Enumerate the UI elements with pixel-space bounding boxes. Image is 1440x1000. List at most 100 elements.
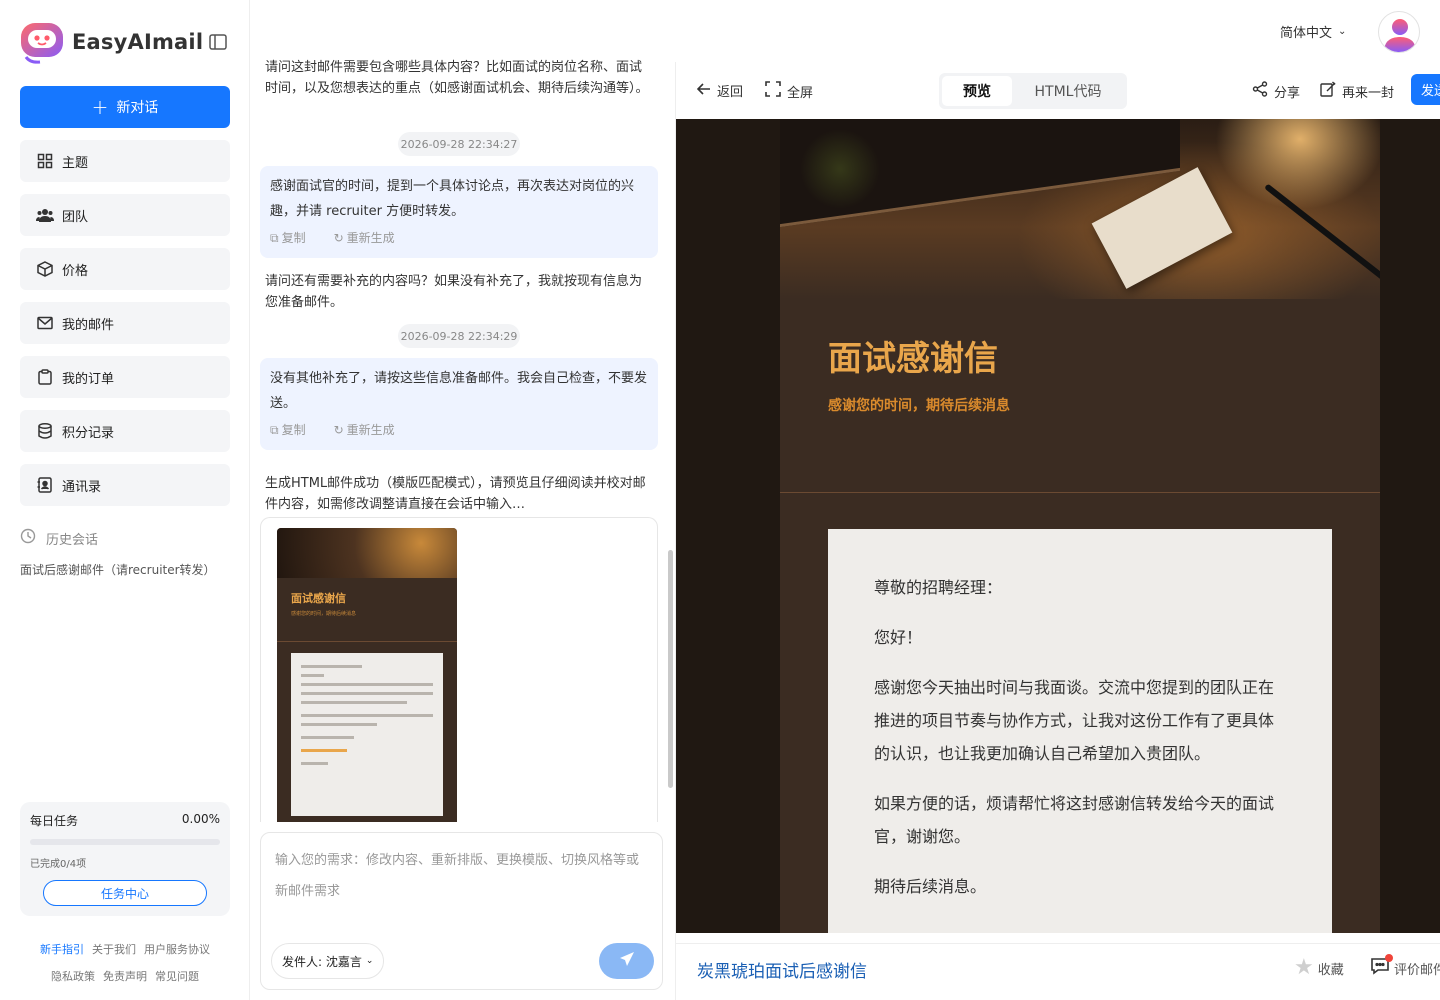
- letter-closing: 期待后续消息。: [874, 877, 987, 896]
- clock-icon: [20, 528, 36, 548]
- letter-paragraph-2: 如果方便的话，烦请帮忙将这封感谢信转发给今天的面试官，谢谢您。: [874, 794, 1275, 846]
- email-preview-canvas[interactable]: 面试感谢信 感谢您的时间，期待后续消息 尊敬的招聘经理： 您好！ 感谢您今天抽出…: [676, 119, 1440, 933]
- thumbnail-divider: [277, 641, 457, 642]
- new-chat-label: 新对话: [116, 100, 159, 116]
- plant-shape: [800, 129, 880, 209]
- task-done-count: 已完成0/4项: [30, 859, 87, 870]
- task-center-button[interactable]: 任务中心: [43, 880, 207, 906]
- regenerate-button[interactable]: ↻ 重新生成: [334, 226, 409, 251]
- pen-shape: [1264, 183, 1380, 281]
- email-thumbnail[interactable]: 面试感谢信 感谢您的时间，期待后续消息: [277, 528, 457, 822]
- user-message: 没有其他补充了，请按这些信息准备邮件。我会自己检查，不要发送。 ⧉ 复制 ↻ 重新生…: [260, 358, 658, 450]
- sender-select[interactable]: 发件人: 沈嘉言 ⌄: [271, 943, 385, 979]
- write-another-button[interactable]: 再来一封: [1320, 81, 1394, 101]
- chevron-down-icon: ⌄: [365, 956, 374, 966]
- tab-preview[interactable]: 预览: [942, 76, 1012, 106]
- regenerate-label: 重新生成: [346, 423, 395, 437]
- view-toggle: 预览 HTML代码: [939, 73, 1127, 109]
- email-title: 面试感谢信: [828, 339, 998, 379]
- email-body: 面试感谢信 感谢您的时间，期待后续消息 尊敬的招聘经理： 您好！ 感谢您今天抽出…: [780, 119, 1380, 933]
- email-subtitle: 感谢您的时间，期待后续消息: [828, 398, 1010, 414]
- sidebar-item-label: 积分记录: [62, 425, 115, 441]
- arrow-left-icon: [696, 82, 711, 99]
- sidebar-item-my-mail[interactable]: 我的邮件: [20, 302, 230, 344]
- chat-input-box: 发件人: 沈嘉言 ⌄: [260, 832, 663, 990]
- email-thumbnail-card: 面试感谢信 感谢您的时间，期待后续消息: [260, 517, 658, 822]
- thumbnail-title: 面试感谢信: [291, 592, 346, 605]
- contact-book-icon: [36, 476, 54, 494]
- card-shape: [1091, 167, 1233, 289]
- chat-panel: 请问这封邮件需要包含哪些具体内容？比如面试的岗位名称、面试时间，以及您想表达的重…: [250, 60, 675, 1000]
- history-title: 历史会话: [46, 532, 99, 548]
- sidebar-item-points[interactable]: 积分记录: [20, 410, 230, 452]
- footer-link-faq[interactable]: 常见问题: [155, 970, 199, 983]
- sidebar-item-team[interactable]: 团队: [20, 194, 230, 236]
- rate-email-button[interactable]: 评价邮件: [1370, 954, 1440, 979]
- assistant-message: 请问这封邮件需要包含哪些具体内容？比如面试的岗位名称、面试时间，以及您想表达的重…: [265, 60, 649, 96]
- footer-link-terms[interactable]: 用户服务协议: [144, 943, 210, 956]
- send-email-button[interactable]: 发送: [1411, 74, 1440, 105]
- refresh-icon: ↻: [333, 231, 344, 245]
- paper-plane-icon: [619, 951, 635, 971]
- avatar[interactable]: [1378, 11, 1420, 53]
- mail-icon: [36, 314, 54, 332]
- footer-link-privacy[interactable]: 隐私政策: [51, 970, 95, 983]
- letter-paragraph-1: 感谢您今天抽出时间与我面谈。交流中您提到的团队正在推进的项目节奏与协作方式，让我…: [874, 678, 1275, 763]
- language-select[interactable]: 简体中文 ⌄: [1280, 22, 1346, 41]
- copy-icon: ⧉: [270, 423, 279, 437]
- copy-button[interactable]: ⧉ 复制: [270, 226, 320, 251]
- logo[interactable]: EasyAImail: [20, 20, 203, 64]
- send-message-button[interactable]: [599, 943, 654, 979]
- favorite-button[interactable]: ★ 收藏: [1294, 957, 1344, 979]
- share-button[interactable]: 分享: [1252, 81, 1300, 101]
- footer-link-guide[interactable]: 新手指引: [40, 943, 84, 956]
- email-hero-image: [780, 119, 1380, 299]
- sender-label: 发件人: 沈嘉言: [282, 954, 362, 969]
- email-divider: [780, 492, 1380, 493]
- email-letter: 尊敬的招聘经理： 您好！ 感谢您今天抽出时间与我面谈。交流中您提到的团队正在推进…: [828, 529, 1332, 933]
- copy-label: 复制: [281, 231, 306, 245]
- sidebar-item-theme[interactable]: 主题: [20, 140, 230, 182]
- users-icon: [36, 206, 54, 224]
- footer-link-about[interactable]: 关于我们: [92, 943, 136, 956]
- copy-button[interactable]: ⧉ 复制: [270, 418, 320, 443]
- user-message-text: 没有其他补充了，请按这些信息准备邮件。我会自己检查，不要发送。: [270, 371, 648, 411]
- app-name: EasyAImail: [72, 30, 204, 54]
- template-bar: 炭黑琥珀面试后感谢信 ★ 收藏 评价邮件: [676, 943, 1440, 992]
- write-another-label: 再来一封: [1342, 85, 1395, 101]
- database-icon: [36, 422, 54, 440]
- new-chat-button[interactable]: + 新对话: [20, 86, 230, 128]
- sidebar-toggle-icon[interactable]: [208, 32, 230, 52]
- task-percent: 0.00%: [181, 812, 220, 826]
- sidebar-item-label: 我的邮件: [62, 317, 115, 333]
- preview-toolbar: 返回 全屏 预览 HTML代码 分享 再来一封 发送: [676, 62, 1440, 119]
- share-label: 分享: [1274, 85, 1301, 101]
- sidebar-item-label: 主题: [62, 155, 89, 171]
- chat-input[interactable]: [275, 845, 650, 915]
- back-label: 返回: [717, 85, 744, 100]
- letter-greeting: 尊敬的招聘经理：: [874, 578, 1003, 597]
- sidebar: EasyAImail + 新对话 主题 团队 价格 我的邮件 我的订单 积分记录…: [0, 0, 250, 1000]
- regenerate-button[interactable]: ↻ 重新生成: [334, 418, 409, 443]
- fullscreen-label: 全屏: [787, 85, 814, 101]
- tab-html-code[interactable]: HTML代码: [1012, 76, 1124, 106]
- footer-link-disclaimer[interactable]: 免责声明: [103, 970, 147, 983]
- sidebar-item-my-orders[interactable]: 我的订单: [20, 356, 230, 398]
- sidebar-item-contacts[interactable]: 通讯录: [20, 464, 230, 506]
- sidebar-item-pricing[interactable]: 价格: [20, 248, 230, 290]
- fullscreen-button[interactable]: 全屏: [765, 81, 813, 101]
- chat-scrollbar[interactable]: [668, 550, 673, 788]
- back-button[interactable]: 返回: [696, 81, 744, 100]
- fullscreen-icon: [765, 81, 781, 101]
- template-name[interactable]: 炭黑琥珀面试后感谢信: [697, 957, 867, 982]
- share-icon: [1252, 81, 1268, 101]
- edit-icon: [1320, 81, 1336, 101]
- history-header: 历史会话: [20, 528, 98, 548]
- history-item[interactable]: 面试后感谢邮件（请recruiter转发）: [20, 561, 216, 578]
- thumbnail-subtitle: 感谢您的时间，期待后续消息: [291, 611, 357, 617]
- notification-dot: [1385, 954, 1393, 962]
- sidebar-item-label: 我的订单: [62, 371, 115, 387]
- comment-icon: [1370, 954, 1393, 979]
- copy-label: 复制: [281, 423, 306, 437]
- star-icon: ★: [1294, 955, 1314, 980]
